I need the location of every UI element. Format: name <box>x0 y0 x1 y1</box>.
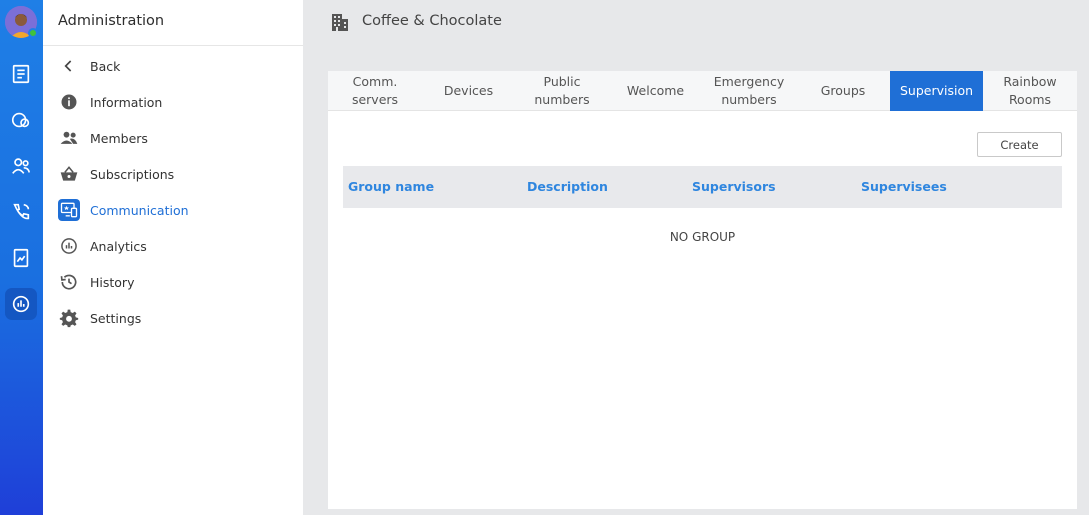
column-header-group-name[interactable]: Group name <box>348 179 434 194</box>
tab-supervision[interactable]: Supervision <box>890 71 983 111</box>
page-header: Coffee & Chocolate <box>303 0 1089 45</box>
tab-label: Public numbers <box>534 74 590 107</box>
sidebar-item-label: Information <box>90 94 163 110</box>
sidebar-item-label: Settings <box>90 310 142 326</box>
tab-bar: Comm. servers Devices Public numbers Wel… <box>328 71 1077 111</box>
telephony-icon[interactable] <box>5 196 37 228</box>
tab-label: Devices <box>443 83 494 98</box>
gear-icon <box>58 307 80 329</box>
app-rail <box>0 0 43 515</box>
sidebar-item-settings[interactable]: Settings <box>58 306 288 330</box>
tab-devices[interactable]: Devices <box>422 71 515 111</box>
tab-emergency-numbers[interactable]: Emergency numbers <box>702 71 796 111</box>
page-title: Coffee & Chocolate <box>362 13 502 29</box>
sidebar-item-history[interactable]: History <box>58 270 288 294</box>
column-header-supervisors[interactable]: Supervisors <box>692 179 776 194</box>
sidebar-item-communication[interactable]: Communication <box>58 198 288 222</box>
contacts-icon[interactable] <box>5 150 37 182</box>
tab-public-numbers[interactable]: Public numbers <box>515 71 609 111</box>
tab-groups[interactable]: Groups <box>796 71 890 111</box>
news-icon[interactable] <box>5 58 37 90</box>
divider <box>43 45 303 46</box>
sidebar-title: Administration <box>58 13 165 29</box>
content-panel: Comm. servers Devices Public numbers Wel… <box>328 71 1077 509</box>
tab-label: Welcome <box>626 83 685 98</box>
sidebar-item-label: Analytics <box>90 238 147 254</box>
building-icon <box>332 14 348 31</box>
members-icon <box>58 127 80 149</box>
sidebar-item-label: Subscriptions <box>90 166 175 182</box>
sidebar-item-label: Back <box>90 58 121 74</box>
tab-welcome[interactable]: Welcome <box>609 71 702 111</box>
sidebar-item-label: Communication <box>90 202 189 218</box>
info-icon <box>58 91 80 113</box>
tab-rainbow-rooms[interactable]: Rainbow Rooms <box>983 71 1077 111</box>
create-button[interactable]: Create <box>977 132 1062 157</box>
presence-indicator <box>28 28 38 38</box>
tab-label: Comm. servers <box>351 74 399 107</box>
tab-label: Emergency numbers <box>713 74 785 107</box>
admin-sidebar: Administration Back Information Members <box>43 0 303 515</box>
sidebar-item-information[interactable]: Information <box>58 90 288 114</box>
tab-label: Supervision <box>899 83 974 98</box>
column-header-supervisees[interactable]: Supervisees <box>861 179 947 194</box>
sidebar-item-label: Members <box>90 130 148 146</box>
files-icon[interactable] <box>5 242 37 274</box>
sidebar-item-members[interactable]: Members <box>58 126 288 150</box>
tab-label: Rainbow Rooms <box>1003 74 1057 107</box>
empty-state-message: NO GROUP <box>669 230 736 244</box>
sidebar-item-back[interactable]: Back <box>58 54 288 78</box>
back-arrow-icon <box>58 55 80 77</box>
tab-label: Groups <box>820 83 866 98</box>
communication-icon <box>58 199 80 221</box>
tab-comm-servers[interactable]: Comm. servers <box>328 71 422 111</box>
history-icon <box>58 271 80 293</box>
sidebar-item-label: History <box>90 274 135 290</box>
analytics-icon <box>58 235 80 257</box>
sidebar-item-analytics[interactable]: Analytics <box>58 234 288 258</box>
sidebar-item-subscriptions[interactable]: Subscriptions <box>58 162 288 186</box>
app-window: Administration Back Information Members <box>0 0 1089 515</box>
calls-icon[interactable] <box>5 104 37 136</box>
column-header-description[interactable]: Description <box>527 179 608 194</box>
admin-analytics-icon[interactable] <box>5 288 37 320</box>
basket-icon <box>58 163 80 185</box>
table-header: Group name Description Supervisors Super… <box>343 166 1062 208</box>
